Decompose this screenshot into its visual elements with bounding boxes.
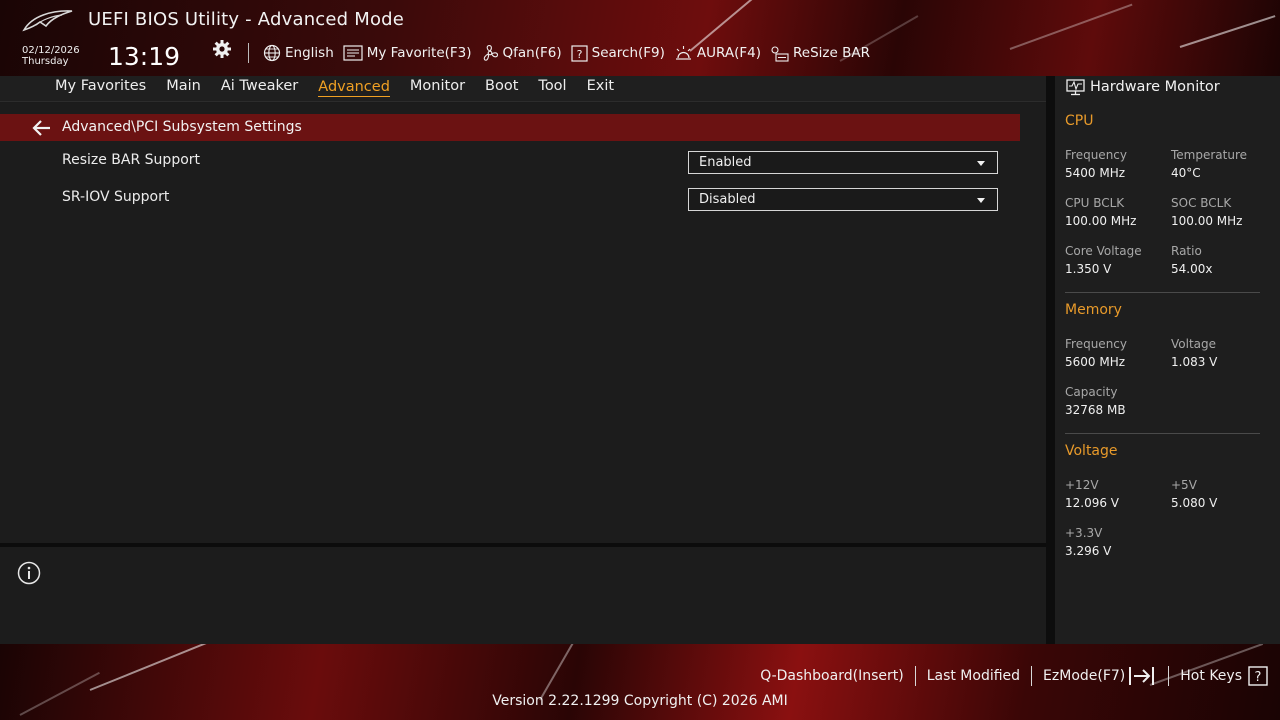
dropdown-caret-icon [977,198,985,203]
footer-separator [1168,666,1170,686]
aura-button[interactable]: AURA(F4) [674,45,761,62]
back-arrow-icon[interactable] [31,119,51,137]
cpu-frequency-value: 5400 MHz [1065,166,1126,180]
memory-frequency-label: Frequency [1065,337,1127,351]
hw-divider [1065,292,1260,293]
monitor-icon [1066,79,1085,96]
menu-item-monitor[interactable]: Monitor [410,78,465,97]
fan-icon [483,44,498,61]
menu-item-ai-tweaker[interactable]: Ai Tweaker [221,78,298,97]
v33-label: +3.3V [1065,526,1103,540]
search-question-icon: ? [571,44,588,62]
aura-label: AURA(F4) [696,45,761,61]
search-button[interactable]: ? Search(F9) [571,44,665,62]
resize-bar-support-select[interactable]: Enabled [688,151,998,174]
ezmode-button[interactable]: EzMode(F7) [1043,666,1157,686]
footer-links: Q-Dashboard(Insert) Last Modified EzMode… [760,665,1268,687]
resize-bar-label: ReSize BAR [792,45,870,61]
resize-bar-button[interactable]: ReSize BAR [770,45,870,62]
cpu-temperature-label: Temperature [1171,148,1248,162]
rog-logo [22,10,73,32]
menu-item-tool[interactable]: Tool [538,78,566,97]
sr-iov-support-value: Disabled [699,192,756,207]
v5-value: 5.080 V [1171,496,1218,510]
search-label: Search(F9) [591,45,665,61]
my-favorite-label: My Favorite(F3) [366,45,472,61]
globe-icon [263,44,281,62]
q-dashboard-button[interactable]: Q-Dashboard(Insert) [760,668,904,684]
memory-voltage-label: Voltage [1171,337,1217,351]
v12-value: 12.096 V [1065,496,1120,510]
menu-item-my-favorites[interactable]: My Favorites [55,78,146,97]
memory-frequency-value: 5600 MHz [1065,355,1126,369]
breadcrumb: Advanced\PCI Subsystem Settings [62,119,302,135]
soc-bclk-label: SOC BCLK [1171,196,1232,210]
core-voltage-value: 1.350 V [1065,262,1112,276]
toolbar: English My Favorite(F3) Qfan(F6) ? Searc… [263,42,879,64]
language-button[interactable]: English [263,44,334,62]
memory-capacity-value: 32768 MB [1065,403,1126,417]
main-menu: My Favorites Main Ai Tweaker Advanced Mo… [55,78,634,97]
footer-separator [1031,666,1033,686]
decor-streak [1179,15,1276,48]
resize-bar-support-value: Enabled [699,155,752,170]
version-text: Version 2.22.1299 Copyright (C) 2026 AMI [492,693,788,709]
menu-item-boot[interactable]: Boot [485,78,518,97]
favorite-list-icon [343,45,363,61]
memory-voltage-value: 1.083 V [1171,355,1218,369]
voltage-heading: Voltage [1065,443,1118,459]
language-label: English [285,45,334,61]
hot-keys-button[interactable]: Hot Keys ? [1180,666,1268,686]
aura-light-icon [675,45,691,60]
menu-item-advanced[interactable]: Advanced [318,78,390,97]
footer-separator [914,666,916,686]
v5-label: +5V [1171,478,1197,492]
ratio-value: 54.00x [1171,262,1213,276]
info-icon [17,561,41,585]
menu-item-main[interactable]: Main [166,78,201,97]
decor-streak [1009,3,1133,50]
qfan-button[interactable]: Qfan(F6) [481,44,562,62]
my-favorite-button[interactable]: My Favorite(F3) [343,45,472,61]
ratio-label: Ratio [1171,244,1202,258]
hw-divider [1065,433,1260,434]
sr-iov-support-label: SR-IOV Support [62,189,170,205]
sr-iov-support-select[interactable]: Disabled [688,188,998,211]
hardware-monitor-gap [1046,76,1055,644]
cpu-bclk-value: 100.00 MHz [1065,214,1137,228]
last-modified-button[interactable]: Last Modified [927,668,1020,684]
cpu-frequency-label: Frequency [1065,148,1127,162]
exit-to-ezmode-icon [1129,667,1155,685]
cpu-temperature-value: 40°C [1171,166,1201,180]
hardware-monitor-title: Hardware Monitor [1090,79,1220,95]
qfan-label: Qfan(F6) [502,45,562,61]
date-display: 02/12/2026 Thursday [22,45,80,67]
cpu-heading: CPU [1065,113,1094,129]
v33-value: 3.296 V [1065,544,1112,558]
decor-streak [89,644,248,691]
cpu-bclk-label: CPU BCLK [1065,196,1125,210]
header-separator [248,43,249,63]
weekday-text: Thursday [22,56,69,67]
resize-bar-icon [771,45,789,62]
v12-label: +12V [1065,478,1099,492]
date-text: 02/12/2026 [22,45,80,56]
hot-keys-label: Hot Keys [1180,668,1242,684]
core-voltage-label: Core Voltage [1065,244,1142,258]
menu-item-exit[interactable]: Exit [587,78,614,97]
memory-heading: Memory [1065,302,1122,318]
help-area [0,547,1046,644]
app-title: UEFI BIOS Utility - Advanced Mode [88,9,405,30]
svg-text:?: ? [576,48,582,61]
soc-bclk-value: 100.00 MHz [1171,214,1243,228]
resize-bar-support-label: Resize BAR Support [62,152,201,168]
ezmode-label: EzMode(F7) [1043,668,1126,684]
dropdown-caret-icon [977,161,985,166]
memory-capacity-label: Capacity [1065,385,1118,399]
clock[interactable]: 13:19 [108,42,180,71]
gear-icon[interactable] [212,39,232,59]
help-question-icon: ? [1248,666,1268,686]
svg-text:?: ? [1255,670,1262,685]
